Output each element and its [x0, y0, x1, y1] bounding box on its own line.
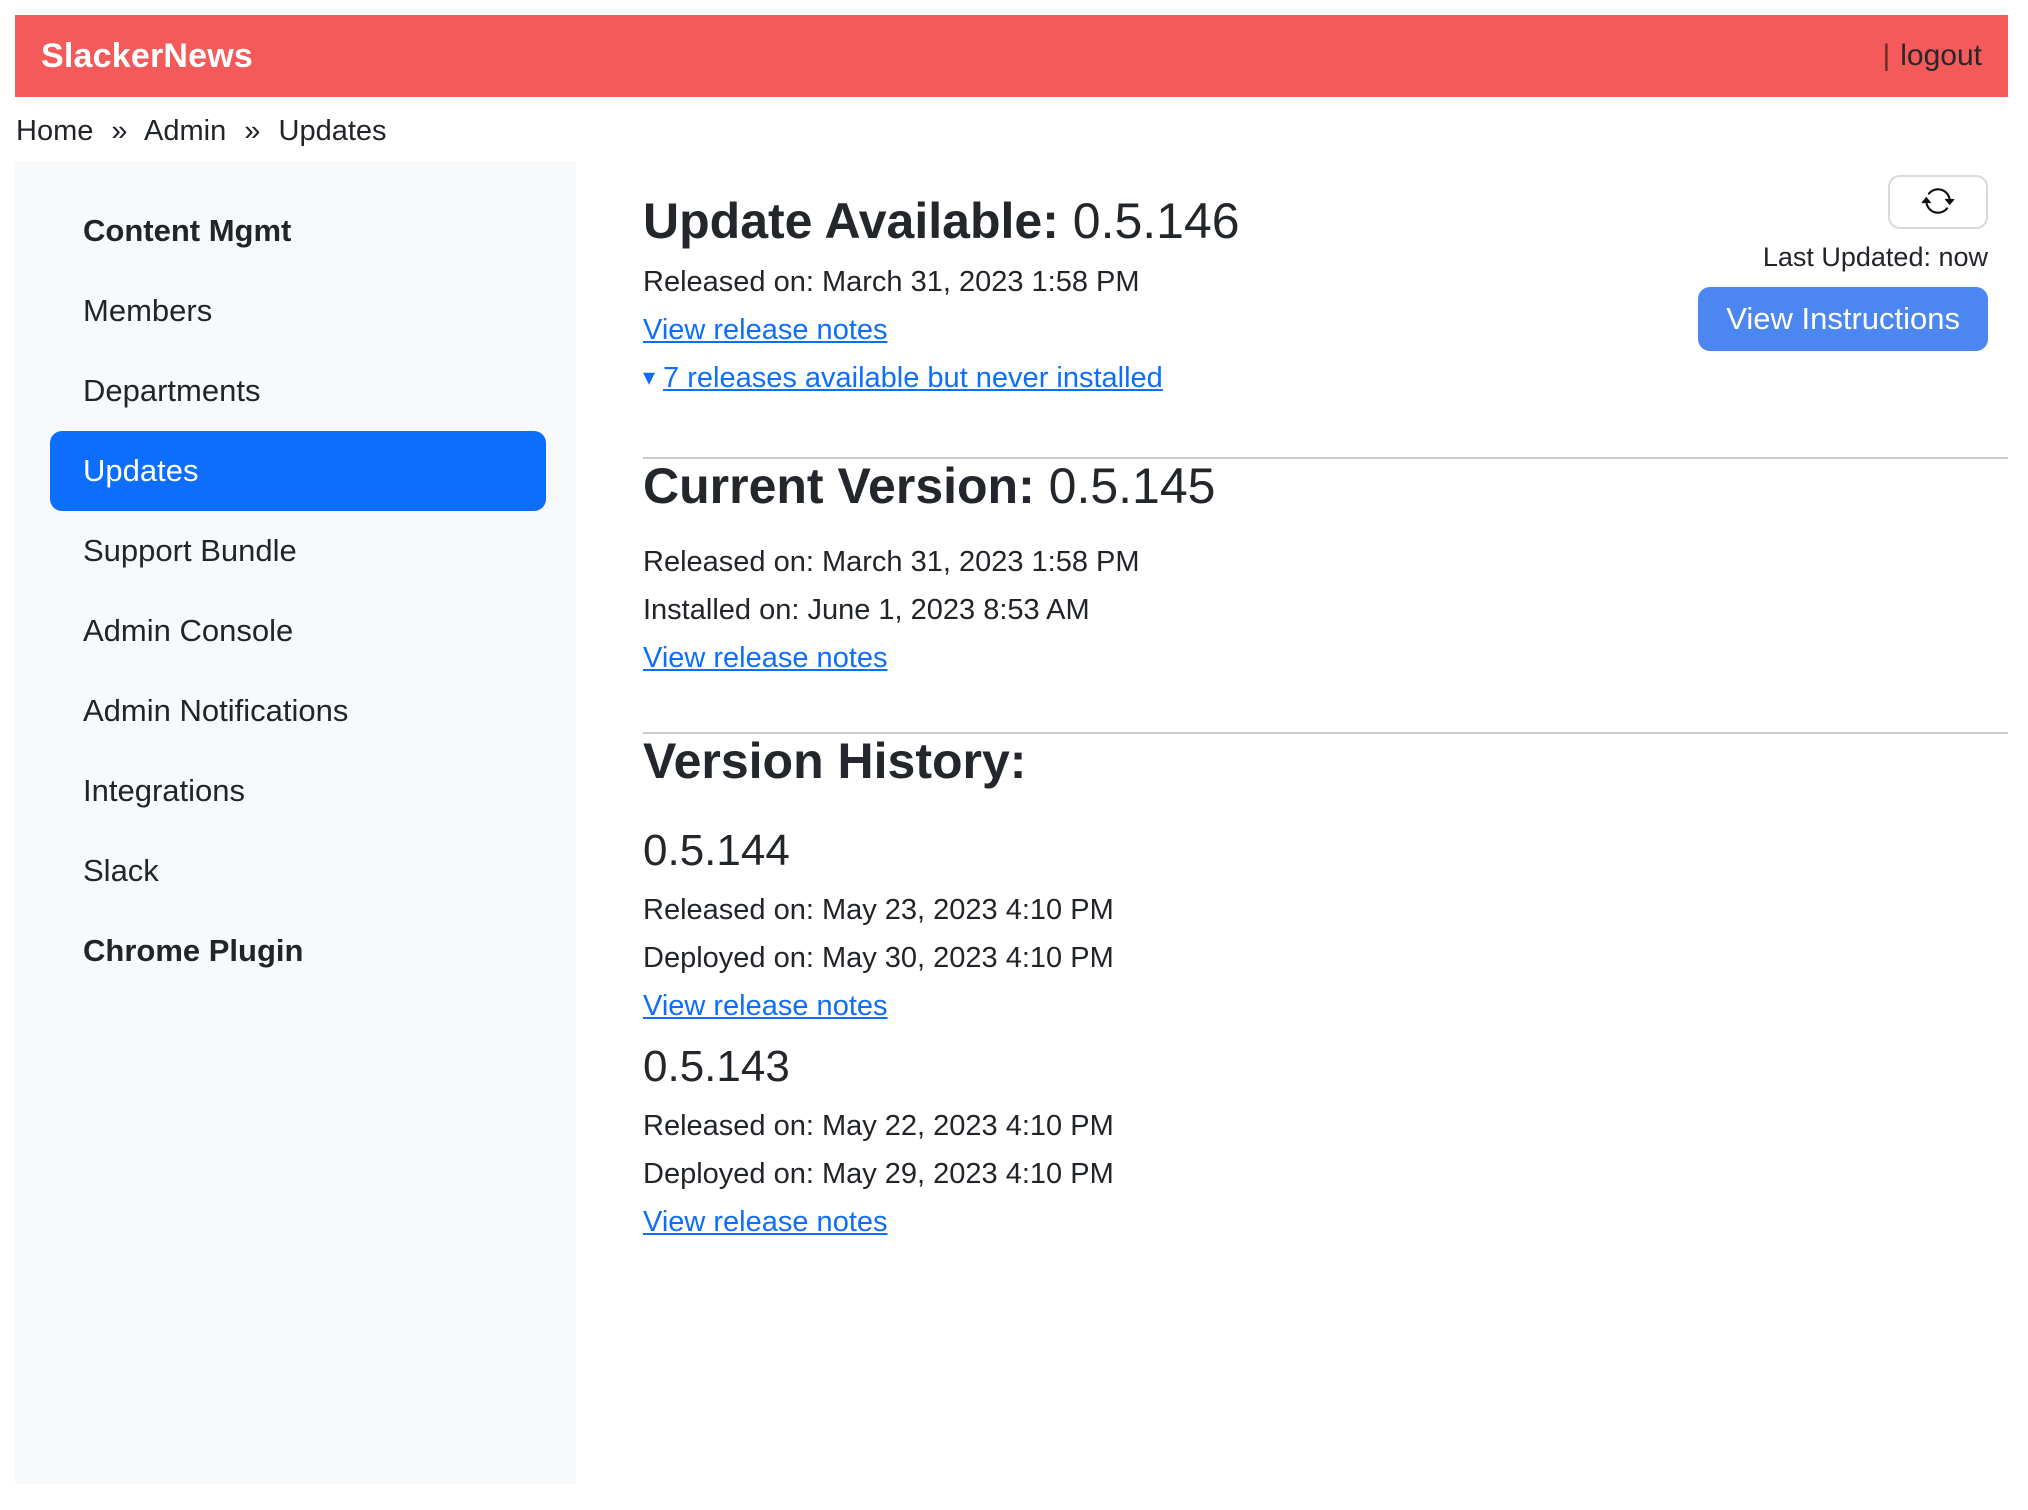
refresh-panel: Last Updated: now View Instructions	[1698, 175, 1988, 351]
releases-collapse-link[interactable]: ▾7 releases available but never installe…	[643, 362, 1163, 394]
sidebar-item-content-mgmt[interactable]: Content Mgmt	[50, 191, 546, 271]
app-title: SlackerNews	[41, 37, 253, 76]
breadcrumb-admin[interactable]: Admin	[144, 115, 226, 147]
last-updated-text: Last Updated: now	[1763, 241, 1988, 273]
sidebar-item-integrations[interactable]: Integrations	[50, 751, 546, 831]
sidebar-item-admin-console[interactable]: Admin Console	[50, 591, 546, 671]
current-installed-on: Installed on: June 1, 2023 8:53 AM	[643, 586, 2008, 634]
current-version-heading: Current Version: 0.5.145	[643, 459, 2008, 513]
sidebar-item-chrome-plugin[interactable]: Chrome Plugin	[50, 911, 546, 991]
version-history-section: Version History: 0.5.144 Released on: Ma…	[643, 734, 2008, 1246]
refresh-button[interactable]	[1888, 175, 1988, 229]
sidebar-item-admin-notifications[interactable]: Admin Notifications	[50, 671, 546, 751]
update-available-version: 0.5.146	[1073, 193, 1240, 249]
history-deployed-on: Deployed on: May 30, 2023 4:10 PM	[643, 934, 2008, 982]
logout-link[interactable]: logout	[1900, 39, 1982, 73]
refresh-icon	[1921, 184, 1955, 221]
sidebar-item-updates[interactable]: Updates	[50, 431, 546, 511]
history-released-on: Released on: May 23, 2023 4:10 PM	[643, 886, 2008, 934]
current-version-label: Current Version:	[643, 458, 1035, 514]
triangle-down-icon: ▾	[643, 354, 655, 402]
breadcrumb: Home » Admin » Updates	[16, 113, 2028, 149]
sidebar-item-departments[interactable]: Departments	[50, 351, 546, 431]
version-history-heading: Version History:	[643, 734, 2008, 788]
page: SlackerNews | logout Home » Admin » Upda…	[0, 0, 2028, 1510]
releases-collapse-label: 7 releases available but never installed	[663, 362, 1163, 394]
view-instructions-button[interactable]: View Instructions	[1698, 287, 1988, 351]
breadcrumb-home[interactable]: Home	[16, 115, 93, 147]
history-deployed-on: Deployed on: May 29, 2023 4:10 PM	[643, 1150, 2008, 1198]
admin-sidebar: Content Mgmt Members Departments Updates…	[15, 161, 576, 1484]
history-release-notes-link[interactable]: View release notes	[643, 1198, 888, 1246]
logout-separator: |	[1882, 39, 1890, 73]
version-history-entry: 0.5.143 Released on: May 22, 2023 4:10 P…	[643, 1040, 2008, 1246]
history-released-on: Released on: May 22, 2023 4:10 PM	[643, 1102, 2008, 1150]
sidebar-list: Content Mgmt Members Departments Updates…	[50, 191, 546, 991]
history-version-number: 0.5.144	[643, 824, 2008, 878]
current-release-notes-link[interactable]: View release notes	[643, 634, 888, 682]
history-release-notes-link[interactable]: View release notes	[643, 982, 888, 1030]
sidebar-item-support-bundle[interactable]: Support Bundle	[50, 511, 546, 591]
history-version-number: 0.5.143	[643, 1040, 2008, 1094]
breadcrumb-separator: »	[111, 115, 127, 147]
update-available-label: Update Available:	[643, 193, 1059, 249]
version-history-entry: 0.5.144 Released on: May 23, 2023 4:10 P…	[643, 824, 2008, 1030]
sidebar-item-members[interactable]: Members	[50, 271, 546, 351]
logout-area: | logout	[1882, 39, 1982, 73]
current-version-number: 0.5.145	[1049, 458, 1216, 514]
content-row: Content Mgmt Members Departments Updates…	[0, 161, 2028, 1484]
current-version-section: Current Version: 0.5.145 Released on: Ma…	[643, 459, 2008, 682]
updates-main: Last Updated: now View Instructions Upda…	[643, 161, 2008, 1246]
breadcrumb-separator: »	[244, 115, 260, 147]
update-release-notes-link[interactable]: View release notes	[643, 306, 888, 354]
breadcrumb-updates: Updates	[279, 115, 387, 147]
sidebar-item-slack[interactable]: Slack	[50, 831, 546, 911]
current-released-on: Released on: March 31, 2023 1:58 PM	[643, 538, 2008, 586]
app-header: SlackerNews | logout	[15, 15, 2008, 97]
